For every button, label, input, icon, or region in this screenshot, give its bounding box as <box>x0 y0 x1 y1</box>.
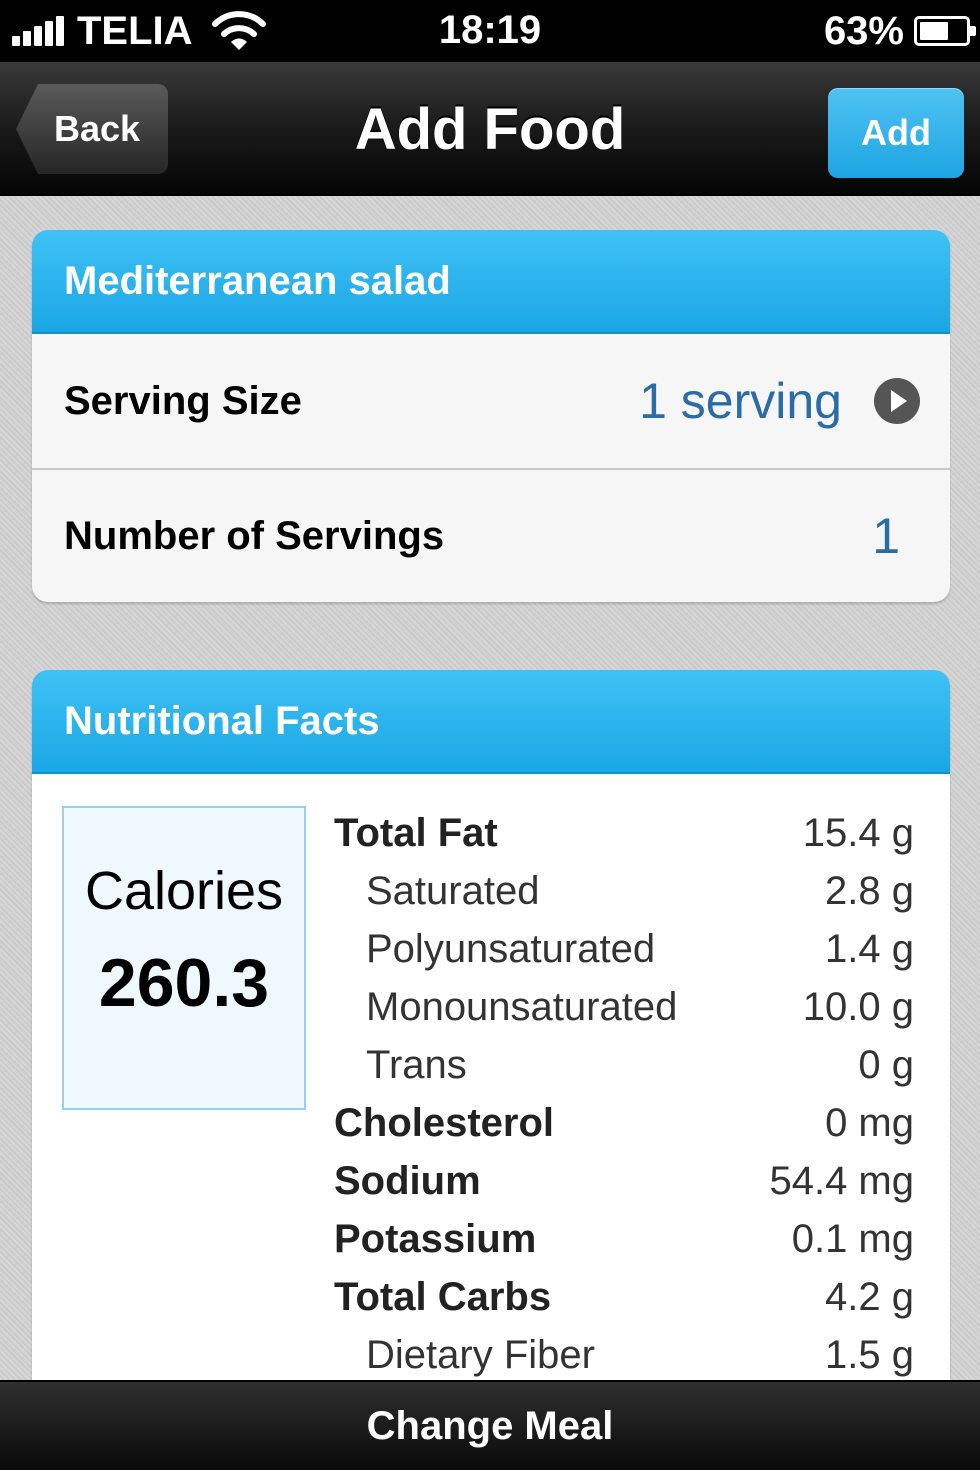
nutrient-row: Total Fat 15.4 g <box>334 804 914 862</box>
nutritional-facts-card: Nutritional Facts Calories 260.3 Total F… <box>32 670 950 1380</box>
nutrient-value: 1.5 g <box>825 1332 914 1377</box>
battery-icon <box>914 16 976 46</box>
nutrient-value: 2.8 g <box>825 868 914 913</box>
nutrient-row: Dietary Fiber 1.5 g <box>334 1326 914 1380</box>
nutrient-row: Monounsaturated 10.0 g <box>334 978 914 1036</box>
nutrient-row: Potassium 0.1 mg <box>334 1210 914 1268</box>
nutrient-name: Dietary Fiber <box>366 1332 595 1377</box>
nutrient-name: Total Fat <box>334 810 498 855</box>
nutrient-row: Saturated 2.8 g <box>334 862 914 920</box>
nutrient-value: 15.4 g <box>802 810 914 855</box>
change-meal-button[interactable]: Change Meal <box>0 1380 980 1470</box>
nutrient-row: Sodium 54.4 mg <box>334 1152 914 1210</box>
battery-fill <box>920 22 948 40</box>
status-bar: TELIA 18:19 63% <box>0 0 980 62</box>
nutrient-name: Trans <box>366 1042 467 1087</box>
number-of-servings-label: Number of Servings <box>64 513 445 558</box>
number-of-servings-value[interactable]: 1 <box>872 507 920 565</box>
nutrient-value: 0.1 mg <box>791 1216 914 1261</box>
nutritional-facts-body: Calories 260.3 Total Fat 15.4 g Saturated 2… <box>32 774 950 1380</box>
nutrient-name: Saturated <box>366 868 540 913</box>
nutrient-value: 0 g <box>858 1042 914 1087</box>
nutrient-name: Monounsaturated <box>366 984 678 1029</box>
serving-size-row[interactable]: Serving Size 1 serving <box>32 334 950 468</box>
serving-size-label: Serving Size <box>64 378 302 423</box>
nutrient-list: Total Fat 15.4 g Saturated 2.8 g Polyunsatur… <box>334 804 914 1380</box>
food-details-card: Mediterranean salad Serving Size 1 servi… <box>32 230 950 602</box>
navigation-bar: Add Food Back Add <box>0 62 980 196</box>
calories-value: 260.3 <box>98 945 270 1021</box>
calories-box: Calories 260.3 <box>62 806 306 1110</box>
status-right: 63% <box>823 8 976 54</box>
add-button[interactable]: Add <box>828 88 964 178</box>
nutrient-value: 0 mg <box>825 1100 914 1145</box>
nutrient-name: Total Carbs <box>334 1274 552 1319</box>
nutrient-row: Trans 0 g <box>334 1036 914 1094</box>
nutrient-name: Cholesterol <box>334 1100 555 1145</box>
food-name-header: Mediterranean salad <box>32 230 950 334</box>
nutrient-value: 54.4 mg <box>769 1158 914 1203</box>
calories-label: Calories <box>84 861 284 921</box>
nutrient-name: Sodium <box>334 1158 481 1203</box>
nutrient-row: Cholesterol 0 mg <box>334 1094 914 1152</box>
nutrient-row: Polyunsaturated 1.4 g <box>334 920 914 978</box>
nutrient-value: 10.0 g <box>802 984 914 1029</box>
content-area[interactable]: Mediterranean salad Serving Size 1 servi… <box>0 196 980 1380</box>
nutritional-facts-header: Nutritional Facts <box>32 670 950 774</box>
back-button[interactable]: Back <box>16 84 168 174</box>
nutrient-value: 1.4 g <box>825 926 914 971</box>
nutrient-name: Polyunsaturated <box>366 926 656 971</box>
serving-size-value: 1 serving <box>639 373 842 429</box>
battery-percentage: 63% <box>823 8 904 53</box>
nutrient-value: 4.2 g <box>825 1274 914 1319</box>
number-of-servings-row[interactable]: Number of Servings 1 <box>32 468 950 602</box>
nutrient-name: Potassium <box>334 1216 537 1261</box>
disclosure-arrow-icon[interactable] <box>874 378 920 424</box>
nutrient-row: Total Carbs 4.2 g <box>334 1268 914 1326</box>
